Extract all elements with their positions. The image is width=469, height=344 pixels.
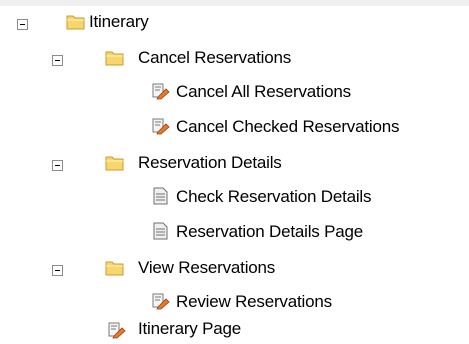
action-pencil-icon — [151, 82, 171, 100]
folder-icon — [105, 154, 125, 172]
collapse-toggle-icon[interactable] — [52, 55, 63, 66]
folder-icon — [105, 259, 125, 277]
action-pencil-icon — [151, 292, 171, 310]
action-pencil-icon — [151, 117, 171, 135]
tree-node-label: Cancel Checked Reservations — [176, 117, 400, 136]
top-strip — [0, 0, 469, 6]
action-pencil-icon — [107, 321, 127, 339]
folder-icon — [105, 49, 125, 67]
collapse-toggle-icon[interactable] — [52, 265, 63, 276]
tree-node-label: Cancel All Reservations — [176, 82, 351, 101]
tree-node-label: Cancel Reservations — [138, 48, 292, 67]
tree-node-label: Review Reservations — [176, 292, 332, 311]
collapse-toggle-icon[interactable] — [52, 160, 63, 171]
page-icon — [151, 222, 171, 240]
tree-node-label: Check Reservation Details — [176, 187, 372, 206]
tree-node-label: View Reservations — [138, 258, 276, 277]
folder-icon — [66, 13, 86, 31]
page-icon — [151, 187, 171, 205]
tree-node-label: Reservation Details — [138, 153, 282, 172]
tree-node-label: Itinerary Page — [138, 319, 242, 338]
collapse-toggle-icon[interactable] — [17, 19, 28, 30]
tree-node-label: Reservation Details Page — [176, 222, 364, 241]
tree-node-label: Itinerary — [89, 12, 149, 31]
